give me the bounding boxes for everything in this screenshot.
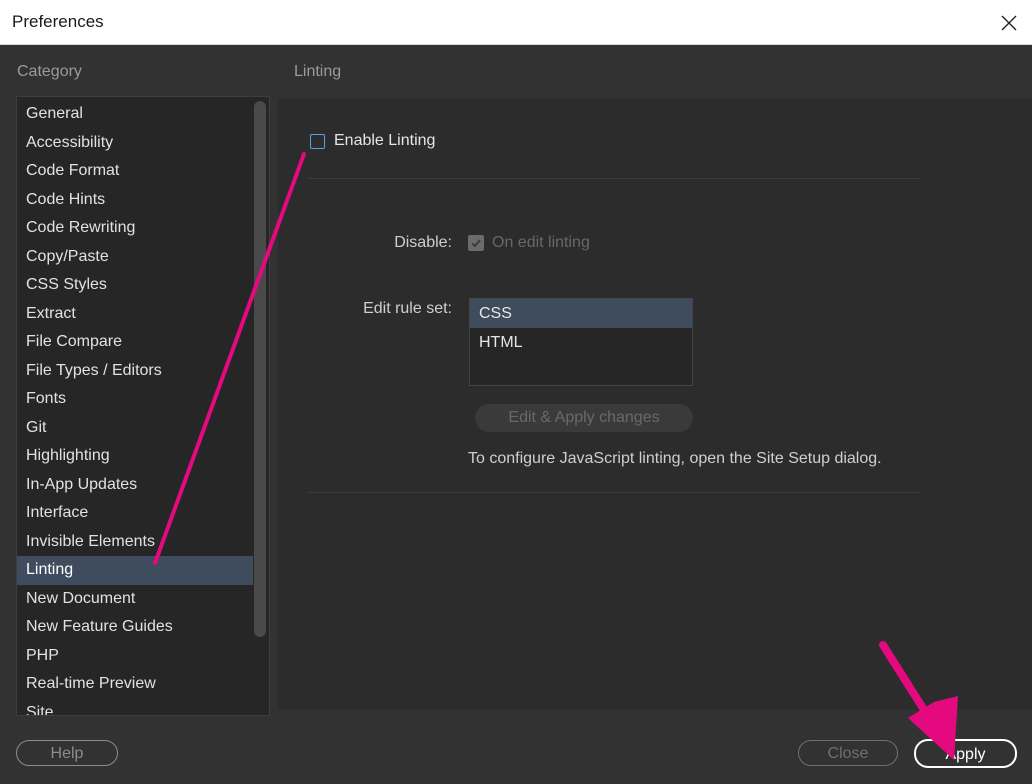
linting-panel: Enable Linting Disable: On edit linting … bbox=[278, 98, 1032, 710]
category-item-fonts[interactable]: Fonts bbox=[17, 385, 253, 414]
checkbox-checked-icon bbox=[468, 235, 484, 251]
divider-top bbox=[308, 178, 920, 179]
close-window-button[interactable] bbox=[986, 0, 1032, 45]
category-scrollbar[interactable] bbox=[254, 101, 266, 637]
category-item-new-feature-guides[interactable]: New Feature Guides bbox=[17, 613, 253, 642]
checkbox-unchecked-icon[interactable] bbox=[310, 133, 325, 149]
category-item-code-format[interactable]: Code Format bbox=[17, 157, 253, 186]
enable-linting-checkbox[interactable]: Enable Linting bbox=[310, 132, 435, 150]
category-item-real-time-preview[interactable]: Real-time Preview bbox=[17, 670, 253, 699]
category-item-accessibility[interactable]: Accessibility bbox=[17, 129, 253, 158]
section-header: Linting bbox=[294, 63, 342, 80]
disable-label: Disable: bbox=[394, 234, 452, 251]
category-item-file-types-editors[interactable]: File Types / Editors bbox=[17, 357, 253, 386]
divider-bottom bbox=[308, 492, 920, 493]
help-button[interactable]: Help bbox=[16, 740, 118, 766]
category-item-linting[interactable]: Linting bbox=[17, 556, 253, 585]
rule-set-item-css[interactable]: CSS bbox=[470, 299, 692, 328]
close-icon bbox=[1001, 15, 1017, 30]
category-list: General Accessibility Code Format Code H… bbox=[17, 100, 253, 716]
enable-linting-label: Enable Linting bbox=[334, 132, 436, 149]
on-edit-linting-label: On edit linting bbox=[492, 234, 590, 251]
on-edit-linting-checkbox: On edit linting bbox=[468, 234, 590, 252]
category-item-copy-paste[interactable]: Copy/Paste bbox=[17, 243, 253, 272]
category-item-general[interactable]: General bbox=[17, 100, 253, 129]
category-item-in-app-updates[interactable]: In-App Updates bbox=[17, 471, 253, 500]
category-item-interface[interactable]: Interface bbox=[17, 499, 253, 528]
close-button[interactable]: Close bbox=[798, 740, 898, 766]
category-item-git[interactable]: Git bbox=[17, 414, 253, 443]
javascript-linting-note: To configure JavaScript linting, open th… bbox=[468, 450, 882, 467]
edit-apply-changes-button: Edit & Apply changes bbox=[475, 404, 693, 432]
category-item-extract[interactable]: Extract bbox=[17, 300, 253, 329]
category-list-panel: General Accessibility Code Format Code H… bbox=[16, 96, 270, 716]
rule-set-item-html[interactable]: HTML bbox=[470, 328, 692, 357]
category-item-invisible-elements[interactable]: Invisible Elements bbox=[17, 528, 253, 557]
category-item-file-compare[interactable]: File Compare bbox=[17, 328, 253, 357]
window-title: Preferences bbox=[12, 12, 104, 31]
category-item-css-styles[interactable]: CSS Styles bbox=[17, 271, 253, 300]
category-item-new-document[interactable]: New Document bbox=[17, 585, 253, 614]
rule-set-list: CSS HTML bbox=[469, 298, 693, 386]
category-item-php[interactable]: PHP bbox=[17, 642, 253, 671]
category-item-code-hints[interactable]: Code Hints bbox=[17, 186, 253, 215]
category-item-code-rewriting[interactable]: Code Rewriting bbox=[17, 214, 253, 243]
category-item-site[interactable]: Site bbox=[17, 699, 253, 716]
category-item-highlighting[interactable]: Highlighting bbox=[17, 442, 253, 471]
category-header: Category bbox=[17, 63, 82, 80]
edit-rule-set-label: Edit rule set: bbox=[363, 300, 452, 317]
apply-button[interactable]: Apply bbox=[914, 739, 1017, 768]
title-bar: Preferences bbox=[0, 0, 1032, 45]
